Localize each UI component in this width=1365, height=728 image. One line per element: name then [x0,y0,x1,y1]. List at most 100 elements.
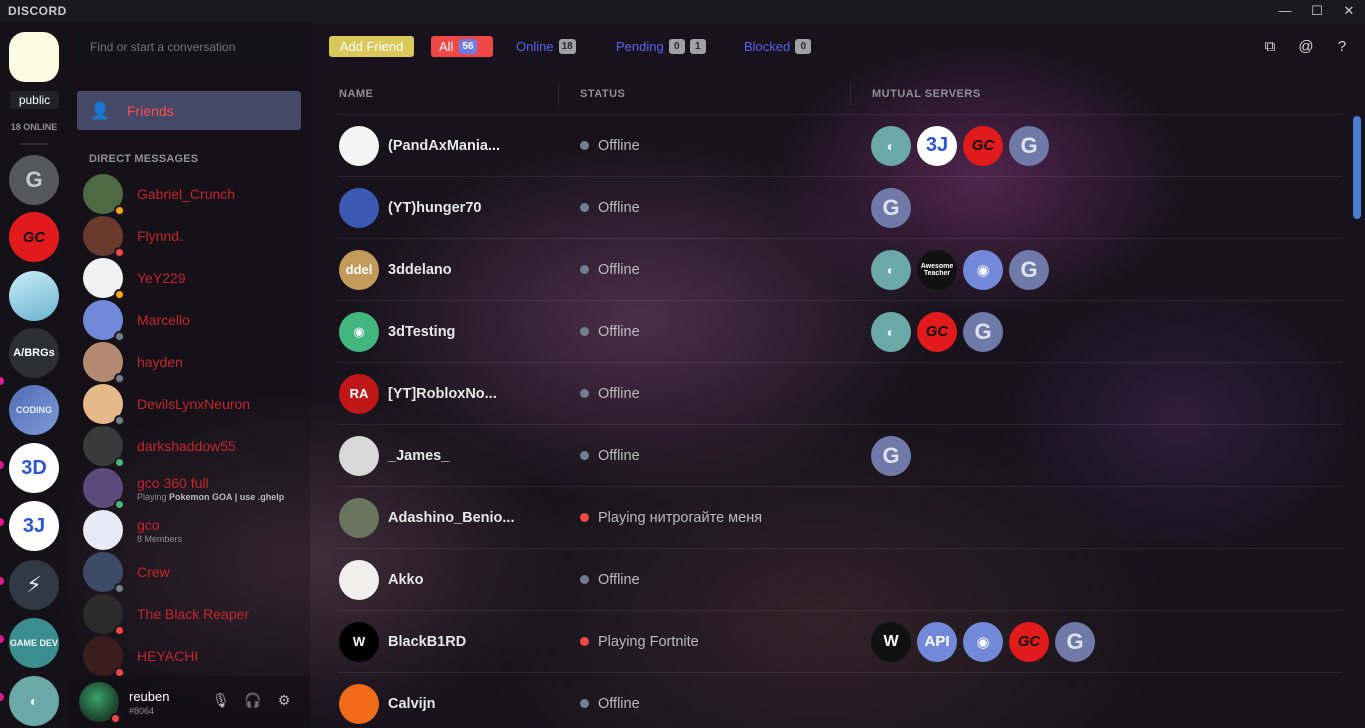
mutual-server-icon[interactable]: GC [1009,621,1049,662]
guild-icon[interactable]: CODING [9,385,59,435]
mutual-server-icon[interactable]: G [871,435,911,476]
dm-item[interactable]: The Black Reaper [83,593,303,636]
friend-row[interactable]: Calvijn Offline [338,672,1342,728]
dm-item[interactable]: Marcello [83,299,303,342]
guild-icon[interactable] [9,271,59,321]
mutual-server-icon[interactable]: G [963,311,1003,352]
friend-row[interactable]: RA [YT]RobloxNo... Offline [338,362,1342,424]
mutual-server-icon[interactable]: ◐ [871,249,911,290]
dm-text: hayden [137,354,183,370]
friend-row[interactable]: ◉ 3dTesting Offline ◐ GC G [338,300,1342,362]
status-dot [580,513,589,522]
mutual-server-icon[interactable]: W [871,621,911,662]
column-header-mutual-servers[interactable]: MUTUAL SERVERS [872,88,981,100]
search-input[interactable]: Find or start a conversation [78,31,298,63]
mutual-server-icon[interactable]: Awesome Teacher [917,249,957,290]
guild-icon[interactable]: A/BRGs [9,328,59,378]
friend-name: (PandAxMania... [388,137,500,154]
dm-item[interactable]: gco 360 full Playing Pokemon GOA | use .g… [83,467,303,510]
mutual-server-icon[interactable]: GC [963,125,1003,166]
dm-item[interactable]: HEYACHI [83,635,303,678]
mutual-server-icon[interactable]: G [1055,621,1095,662]
mutual-server-icon[interactable]: ◉ [963,621,1003,662]
close-icon[interactable]: ✕ [1333,0,1365,22]
status-dot [580,203,589,212]
friend-status: Offline [598,137,640,154]
mutual-server-icon[interactable]: API [917,621,957,662]
mutual-server-icon[interactable]: G [871,187,911,228]
friend-row[interactable]: Akko Offline [338,548,1342,610]
dm-item[interactable]: gco 8 Members [83,509,303,551]
dm-avatar [83,258,125,300]
friends-button[interactable]: 👤 Friends [77,91,301,130]
tab-blocked-count: 0 [795,39,812,54]
tab-all[interactable]: All 56 [431,36,493,57]
friend-row[interactable]: (YT)hunger70 Offline G [338,176,1342,238]
friend-avatar: W [339,621,379,662]
tab-online[interactable]: Online 18 [516,36,576,57]
tab-blocked[interactable]: Blocked 0 [744,36,812,57]
settings-icon[interactable]: ⚙ [276,692,292,709]
dm-text: YeY229 [137,270,186,286]
friends-label: Friends [127,102,174,119]
mutual-server-icon[interactable]: ◐ [871,311,911,352]
friend-row[interactable]: (PandAxMania... Offline ◐ 3J GC G [338,114,1342,176]
maximize-icon[interactable]: ☐ [1301,0,1333,22]
guild-icon[interactable]: GAME DEV [9,618,59,668]
dm-item[interactable]: darkshaddow55 [83,425,303,468]
add-friend-button[interactable]: Add Friend [329,36,414,57]
scrollbar-thumb[interactable] [1353,116,1361,219]
dm-name: The Black Reaper [137,606,250,622]
guild-icon[interactable]: ◐ [9,676,59,726]
dm-item[interactable]: Gabriel_Crunch [83,173,303,216]
tab-pending-label: Pending [616,39,664,54]
friend-avatar [339,125,379,166]
dm-name: DevilsLynxNeuron [137,396,251,412]
guild-icon[interactable]: 3D [9,443,59,493]
friend-row[interactable]: W BlackB1RD Playing Fortnite W API ◉ GC G [338,610,1342,672]
mention-icon[interactable]: @ [1297,38,1315,55]
guild-icon[interactable]: ⚡ [9,560,59,610]
dm-item[interactable]: hayden [83,341,303,384]
dm-name: Gabriel_Crunch [137,186,236,202]
public-server-icon[interactable] [9,32,59,82]
deafen-icon[interactable]: 🎧 [244,692,261,709]
dm-item[interactable]: YeY229 [83,257,303,300]
mute-icon[interactable]: 🎙 [212,692,230,709]
friend-row[interactable]: ddel 3ddelano Offline ◐ Awesome Teacher ◉ G [338,238,1342,300]
user-status-dot [110,713,121,724]
friend-name: BlackB1RD [388,633,467,650]
user-avatar[interactable] [79,682,121,724]
new-group-icon[interactable]: ⧉ [1261,38,1279,55]
minimize-icon[interactable]: — [1269,0,1301,22]
status-dot [580,265,589,274]
dm-item[interactable]: Crew [83,551,303,594]
tab-pending[interactable]: Pending 0 1 [616,36,706,57]
mutual-servers: W API ◉ GC G [871,621,1095,662]
help-icon[interactable]: ? [1333,38,1351,55]
friend-row[interactable]: _James_ Offline G [338,424,1342,486]
friend-row[interactable]: Adashino_Benio... Playing нитрогайте меня [338,486,1342,548]
dm-text: gco 360 full Playing Pokemon GOA | use .g… [137,475,284,502]
mutual-server-icon[interactable]: 3J [917,125,957,166]
column-header-name[interactable]: NAME [339,88,373,100]
guild-icon[interactable]: GC [9,212,59,262]
friend-name: 3dTesting [388,323,456,340]
mutual-server-icon[interactable]: ◐ [871,125,911,166]
status-dot [580,451,589,460]
status-dot [580,575,589,584]
dm-item[interactable]: DevilsLynxNeuron [83,383,303,426]
dm-text: darkshaddow55 [137,438,236,454]
friends-toolbar: Add Friend All 56 Online 18 Pending 0 1 … [310,22,1365,72]
mutual-server-icon[interactable]: ◉ [963,249,1003,290]
friend-status: Offline [598,199,640,216]
mutual-server-icon[interactable]: G [1009,125,1049,166]
dm-item[interactable]: Flynnd. [83,215,303,258]
guild-icon[interactable]: G [9,155,59,205]
mutual-server-icon[interactable]: G [1009,249,1049,290]
column-header-status[interactable]: STATUS [580,88,625,100]
guild-icon[interactable]: 3J [9,501,59,551]
dm-name: hayden [137,354,183,370]
unread-pill [0,377,4,385]
mutual-server-icon[interactable]: GC [917,311,957,352]
